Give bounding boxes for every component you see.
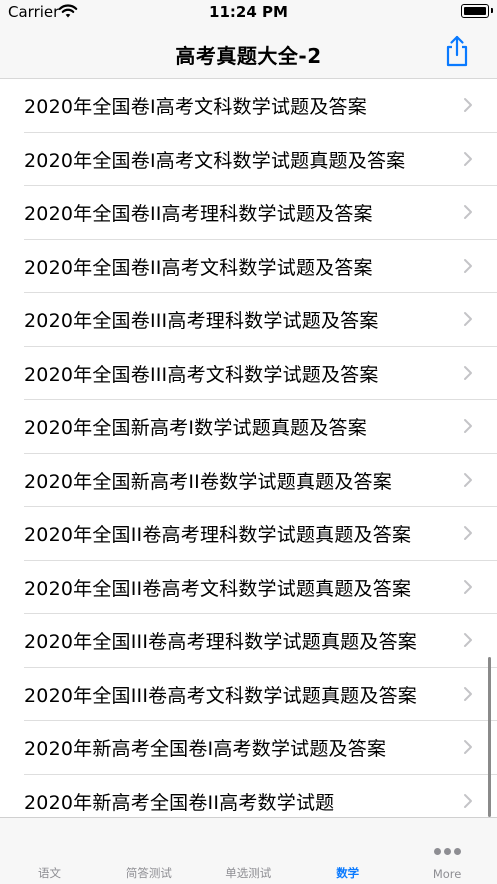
scroll-indicator[interactable] bbox=[488, 657, 491, 817]
question-list[interactable]: 2020年全国卷I高考文科数学试题及答案 2020年全国卷I高考文科数学试题真题及… bbox=[0, 79, 497, 817]
chevron-right-icon bbox=[464, 98, 472, 112]
list-item-label: 2020年全国卷III高考文科数学试题及答案 bbox=[24, 363, 379, 386]
chevron-right-icon bbox=[464, 205, 472, 219]
chevron-right-icon bbox=[464, 151, 472, 166]
chevron-right-icon bbox=[464, 793, 472, 808]
chevron-right-icon bbox=[464, 365, 472, 380]
list-item[interactable]: 2020年全国II卷高考文科数学试题真题及答案 bbox=[24, 561, 497, 614]
tab-short-answer-test[interactable]: 简答测试 bbox=[99, 818, 198, 884]
list-item[interactable]: 2020年全国卷I高考文科数学试题及答案 bbox=[24, 79, 497, 133]
list-item[interactable]: 2020年全国卷II高考文科数学试题及答案 bbox=[24, 240, 497, 293]
chevron-right-icon bbox=[464, 472, 472, 487]
more-icon bbox=[398, 840, 497, 859]
status-bar: Carrier 11:24 PM bbox=[0, 0, 497, 26]
tab-math[interactable]: 数学 bbox=[298, 818, 397, 884]
tab-label: More bbox=[432, 867, 462, 881]
tab-more[interactable]: More bbox=[398, 818, 497, 884]
list-item-label: 2020年新高考全国卷I高考数学试题及答案 bbox=[24, 738, 387, 760]
tab-label: 数学 bbox=[336, 866, 360, 880]
battery-tip bbox=[491, 8, 493, 13]
battery-icon bbox=[461, 4, 489, 18]
list-item-label: 2020年全国III卷高考理科数学试题真题及答案 bbox=[24, 631, 417, 653]
list-item-label: 2020年全国新高考II卷数学试题真题及答案 bbox=[24, 470, 392, 493]
list-item-label: 2020年全国新高考I数学试题真题及答案 bbox=[24, 417, 367, 439]
list-item-label: 2020年全国卷II高考文科数学试题及答案 bbox=[24, 256, 373, 279]
list-item-label: 2020年全国卷III高考理科数学试题及答案 bbox=[24, 310, 379, 332]
list-item[interactable]: 2020年新高考全国卷I高考数学试题及答案 bbox=[24, 721, 497, 775]
tab-label: 单选测试 bbox=[225, 866, 272, 880]
chevron-right-icon bbox=[464, 740, 472, 754]
list-item[interactable]: 2020年全国卷II高考理科数学试题及答案 bbox=[24, 186, 497, 240]
tab-single-choice-test[interactable]: 单选测试 bbox=[199, 818, 298, 884]
chevron-right-icon bbox=[464, 258, 472, 273]
tab-label: 简答测试 bbox=[125, 866, 172, 880]
share-icon[interactable] bbox=[443, 34, 471, 68]
tab-yuwen[interactable]: 语文 bbox=[0, 818, 99, 884]
list-item[interactable]: 2020年全国III卷高考文科数学试题真题及答案 bbox=[24, 668, 497, 721]
chevron-right-icon bbox=[464, 526, 472, 540]
chevron-right-icon bbox=[464, 419, 472, 433]
list-item[interactable]: 2020年全国新高考I数学试题真题及答案 bbox=[24, 400, 497, 454]
list-item-label: 2020年全国III卷高考文科数学试题真题及答案 bbox=[24, 684, 417, 707]
list-item-label: 2020年新高考全国卷II高考数学试题 bbox=[24, 791, 335, 814]
list-item[interactable]: 2020年全国新高考II卷数学试题真题及答案 bbox=[24, 454, 497, 507]
list-item-label: 2020年全国卷I高考文科数学试题真题及答案 bbox=[24, 149, 406, 172]
list-item[interactable]: 2020年全国卷III高考理科数学试题及答案 bbox=[24, 293, 497, 347]
chevron-right-icon bbox=[464, 633, 472, 647]
list-item[interactable]: 2020年全国卷I高考文科数学试题真题及答案 bbox=[24, 133, 497, 186]
list-item[interactable]: 2020年全国III卷高考理科数学试题真题及答案 bbox=[24, 614, 497, 668]
list-item-label: 2020年全国卷I高考文科数学试题及答案 bbox=[24, 96, 367, 118]
chevron-right-icon bbox=[464, 579, 472, 594]
status-time: 11:24 PM bbox=[209, 3, 288, 21]
chevron-right-icon bbox=[464, 312, 472, 326]
tab-label: 语文 bbox=[38, 866, 61, 880]
list-item-label: 2020年全国II卷高考理科数学试题真题及答案 bbox=[24, 524, 412, 546]
list-item-label: 2020年全国II卷高考文科数学试题真题及答案 bbox=[24, 577, 412, 600]
page-title: 高考真题大全-2 bbox=[175, 44, 322, 68]
tab-bar: 语文 简答测试 单选测试 数学 More bbox=[0, 817, 497, 884]
list-item-label: 2020年全国卷II高考理科数学试题及答案 bbox=[24, 203, 373, 225]
list-item[interactable]: 2020年全国II卷高考理科数学试题真题及答案 bbox=[24, 507, 497, 561]
chevron-right-icon bbox=[464, 686, 472, 701]
list-item[interactable]: 2020年新高考全国卷II高考数学试题 bbox=[24, 775, 497, 818]
navigation-bar: 高考真题大全-2 bbox=[0, 26, 497, 79]
list-item[interactable]: 2020年全国卷III高考文科数学试题及答案 bbox=[24, 347, 497, 400]
